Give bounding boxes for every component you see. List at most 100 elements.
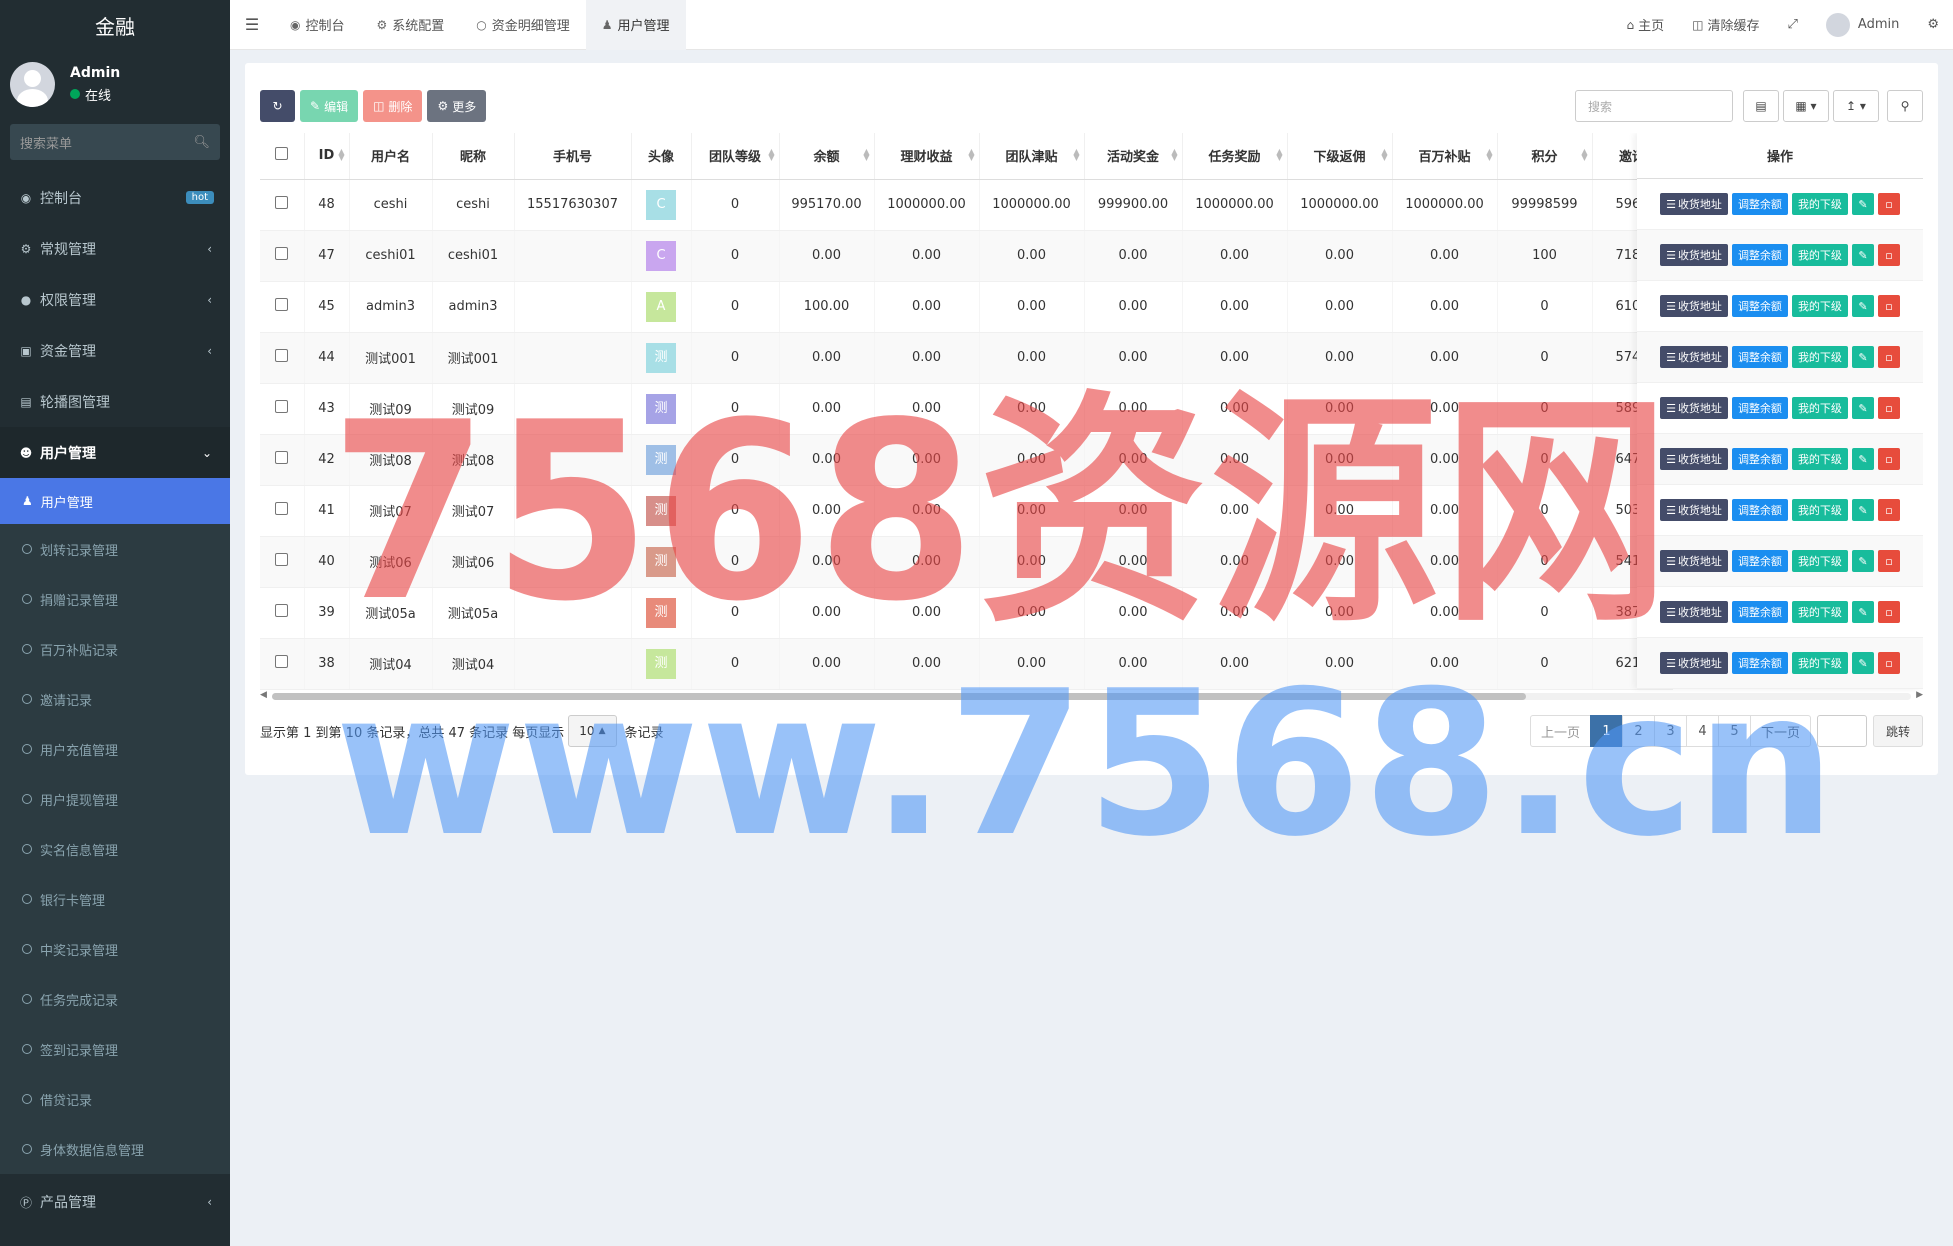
page-button[interactable]: 1	[1589, 715, 1623, 747]
adjust-balance-button[interactable]: 调整余额	[1731, 550, 1788, 572]
adjust-balance-button[interactable]: 调整余额	[1731, 295, 1788, 317]
sidebar-sub-item[interactable]: 任务完成记录	[0, 974, 230, 1024]
delete-row-button[interactable]: ▫	[1877, 550, 1900, 572]
table-row[interactable]: 42 测试08 测试08 测 0 0.00 0.00 0.00 0.00 0.00 0.00 0.00…	[260, 434, 1673, 486]
my-subordinates-button[interactable]: 我的下级	[1791, 295, 1848, 317]
sidebar-search-input[interactable]: 搜索菜单 🔍︎	[10, 124, 220, 160]
row-checkbox[interactable]	[275, 604, 289, 617]
sidebar-item-funds[interactable]: ▣ 资金管理 ‹	[0, 325, 230, 376]
brand-logo[interactable]: 金融	[0, 0, 230, 50]
scroll-left-icon[interactable]: ◀	[260, 690, 267, 700]
admin-menu[interactable]: Admin	[1812, 12, 1913, 37]
sidebar-sub-item[interactable]: ♟ 用户管理	[0, 478, 230, 524]
adjust-balance-button[interactable]: 调整余额	[1731, 601, 1788, 623]
select-all-checkbox[interactable]	[275, 147, 289, 161]
menu-toggle-icon[interactable]: ☰	[230, 15, 274, 34]
sidebar-item-permission[interactable]: ● 权限管理 ‹	[0, 274, 230, 325]
sidebar-sub-item[interactable]: 百万补贴记录	[0, 624, 230, 674]
horizontal-scrollbar[interactable]: ◀ ▶	[260, 690, 1923, 702]
settings-icon[interactable]: ⚙	[1913, 17, 1953, 32]
sidebar-sub-item[interactable]: 实名信息管理	[0, 824, 230, 874]
next-page-button[interactable]: 下一页	[1749, 715, 1811, 747]
fullscreen-icon[interactable]: ⤢	[1774, 17, 1812, 32]
adjust-balance-button[interactable]: 调整余额	[1731, 652, 1788, 674]
sidebar-sub-item[interactable]: 银行卡管理	[0, 874, 230, 924]
column-header[interactable]: 团队等级 ▲ ▼	[691, 133, 780, 180]
columns-button[interactable]: ▦ ▾	[1783, 90, 1829, 122]
my-subordinates-button[interactable]: 我的下级	[1791, 499, 1848, 521]
table-row[interactable]: 45 admin3 admin3 A 0 100.00 0.00 0.00 0.00 0.00 0.…	[260, 281, 1673, 333]
adjust-balance-button[interactable]: 调整余额	[1731, 448, 1788, 470]
row-checkbox[interactable]	[275, 655, 289, 668]
table-search-input[interactable]: 搜索	[1575, 90, 1733, 122]
row-checkbox[interactable]	[275, 553, 289, 566]
advanced-search-button[interactable]: ⚲	[1887, 90, 1923, 122]
column-header[interactable]: ID ▲ ▼	[304, 133, 350, 180]
sidebar-item-general[interactable]: ⚙ 常规管理 ‹	[0, 223, 230, 274]
sidebar-sub-item[interactable]: 身体数据信息管理	[0, 1124, 230, 1174]
shipping-address-button[interactable]: ☰ 收货地址	[1660, 499, 1728, 521]
delete-row-button[interactable]: ▫	[1877, 499, 1900, 521]
edit-row-button[interactable]: ✎	[1851, 346, 1874, 368]
page-size-select[interactable]: 10 ▲	[568, 715, 617, 747]
table-row[interactable]: 44 测试001 测试001 测 0 0.00 0.00 0.00 0.00 0.00 0.00 0.…	[260, 332, 1673, 384]
shipping-address-button[interactable]: ☰ 收货地址	[1660, 397, 1728, 419]
column-header[interactable]: 百万补贴 ▲ ▼	[1392, 133, 1498, 180]
column-header[interactable]: 活动奖金 ▲ ▼	[1084, 133, 1183, 180]
sidebar-sub-item[interactable]: 捐赠记录管理	[0, 574, 230, 624]
sidebar-sub-item[interactable]: 用户充值管理	[0, 724, 230, 774]
edit-row-button[interactable]: ✎	[1851, 499, 1874, 521]
edit-row-button[interactable]: ✎	[1851, 397, 1874, 419]
shipping-address-button[interactable]: ☰ 收货地址	[1660, 652, 1728, 674]
column-header[interactable]: 任务奖励 ▲ ▼	[1182, 133, 1288, 180]
tab-dashboard[interactable]: ◉ 控制台	[274, 0, 361, 50]
sidebar-sub-item[interactable]: 划转记录管理	[0, 524, 230, 574]
toggle-view-button[interactable]: ▤	[1743, 90, 1779, 122]
sidebar-item-products[interactable]: Ⓟ 产品管理 ‹	[0, 1174, 230, 1230]
column-header[interactable]: 理财收益 ▲ ▼	[874, 133, 980, 180]
delete-row-button[interactable]: ▫	[1877, 652, 1900, 674]
table-row[interactable]: 40 测试06 测试06 测 0 0.00 0.00 0.00 0.00 0.00 0.00 0.00…	[260, 536, 1673, 588]
column-header[interactable]: 下级返佣 ▲ ▼	[1287, 133, 1393, 180]
more-button[interactable]: ⚙ 更多	[427, 90, 487, 122]
sidebar-item-dashboard[interactable]: ◉ 控制台 hot	[0, 172, 230, 223]
table-row[interactable]: 47 ceshi01 ceshi01 C 0 0.00 0.00 0.00 0.00 0.00 0.…	[260, 230, 1673, 282]
row-checkbox[interactable]	[275, 451, 289, 464]
export-button[interactable]: ↥ ▾	[1833, 90, 1879, 122]
adjust-balance-button[interactable]: 调整余额	[1731, 397, 1788, 419]
edit-row-button[interactable]: ✎	[1851, 652, 1874, 674]
shipping-address-button[interactable]: ☰ 收货地址	[1660, 346, 1728, 368]
sidebar-sub-item[interactable]: 签到记录管理	[0, 1024, 230, 1074]
edit-row-button[interactable]: ✎	[1851, 601, 1874, 623]
page-button[interactable]: 4	[1685, 715, 1719, 747]
tab-user-management[interactable]: ♟ 用户管理	[585, 0, 686, 50]
adjust-balance-button[interactable]: 调整余额	[1731, 499, 1788, 521]
sidebar-sub-item[interactable]: 借贷记录	[0, 1074, 230, 1124]
edit-row-button[interactable]: ✎	[1851, 244, 1874, 266]
table-row[interactable]: 48 ceshi ceshi 15517630307 C 0 995170.00 100000…	[260, 179, 1673, 231]
column-header[interactable]: 团队津贴 ▲ ▼	[979, 133, 1085, 180]
my-subordinates-button[interactable]: 我的下级	[1791, 397, 1848, 419]
jump-button[interactable]: 跳转	[1872, 715, 1923, 747]
edit-row-button[interactable]: ✎	[1851, 295, 1874, 317]
prev-page-button[interactable]: 上一页	[1529, 715, 1591, 747]
delete-row-button[interactable]: ▫	[1877, 346, 1900, 368]
delete-row-button[interactable]: ▫	[1877, 295, 1900, 317]
edit-row-button[interactable]: ✎	[1851, 550, 1874, 572]
sidebar-sub-item[interactable]: 用户提现管理	[0, 774, 230, 824]
delete-row-button[interactable]: ▫	[1877, 601, 1900, 623]
my-subordinates-button[interactable]: 我的下级	[1791, 550, 1848, 572]
my-subordinates-button[interactable]: 我的下级	[1791, 193, 1848, 215]
table-row[interactable]: 39 测试05a 测试05a 测 0 0.00 0.00 0.00 0.00 0.00 0.00 0.…	[260, 587, 1673, 639]
table-row[interactable]: 43 测试09 测试09 测 0 0.00 0.00 0.00 0.00 0.00 0.00 0.00…	[260, 383, 1673, 435]
my-subordinates-button[interactable]: 我的下级	[1791, 652, 1848, 674]
my-subordinates-button[interactable]: 我的下级	[1791, 448, 1848, 470]
my-subordinates-button[interactable]: 我的下级	[1791, 244, 1848, 266]
page-button[interactable]: 5	[1717, 715, 1751, 747]
clear-cache-button[interactable]: ◫ 清除缓存	[1678, 15, 1773, 35]
search-icon[interactable]: 🔍︎	[193, 135, 210, 150]
row-checkbox[interactable]	[275, 400, 289, 413]
adjust-balance-button[interactable]: 调整余额	[1731, 193, 1788, 215]
my-subordinates-button[interactable]: 我的下级	[1791, 601, 1848, 623]
table-row[interactable]: 41 测试07 测试07 测 0 0.00 0.00 0.00 0.00 0.00 0.00 0.00…	[260, 485, 1673, 537]
